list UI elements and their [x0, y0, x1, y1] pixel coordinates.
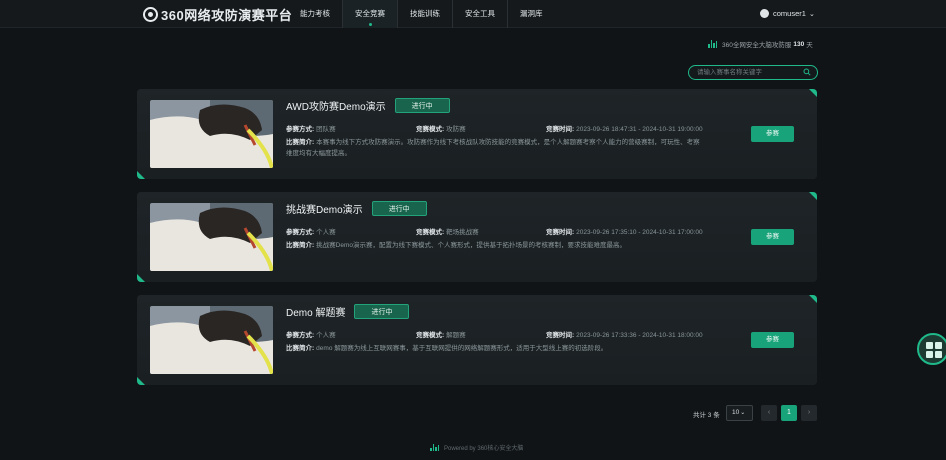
form-field: 竞赛模式: 靶场挑战赛 — [416, 229, 479, 236]
pulse-icon — [708, 40, 718, 48]
form-field: 竞赛模式: 解题赛 — [416, 332, 466, 339]
status-badge: 进行中 — [394, 98, 450, 113]
page-size-select[interactable]: 10⌄ — [726, 405, 753, 421]
footer: Powered by 360核心安全大脑 — [430, 443, 523, 452]
competition-card: 挑战赛Demo演示 进行中 参赛方式: 个人赛 竞赛模式: 靶场挑战赛 竞赛时间: 2… — [137, 192, 817, 282]
competition-title[interactable]: 挑战赛Demo演示 — [286, 201, 363, 216]
search-input[interactable] — [697, 67, 802, 78]
mode-field: 参赛方式: 个人赛 — [286, 229, 336, 236]
competition-card: Demo 解题赛 进行中 参赛方式: 个人赛 竞赛模式: 解题赛 竞赛时间: 2023… — [137, 295, 817, 385]
status-badge: 进行中 — [371, 201, 427, 216]
mode-field: 参赛方式: 个人赛 — [286, 332, 336, 339]
competition-title[interactable]: Demo 解题赛 — [286, 304, 345, 319]
time-field: 竞赛时间: 2023-09-26 17:35:10 - 2024-10-31 17… — [546, 229, 703, 236]
brand-logo[interactable]: 360网络攻防演赛平台 — [143, 6, 293, 23]
page-size-value: 10 — [732, 409, 740, 416]
join-button[interactable]: 参赛 — [751, 332, 794, 348]
floating-menu-button[interactable] — [917, 333, 946, 365]
page-number-button[interactable]: 1 — [781, 405, 797, 421]
status-badge: 进行中 — [354, 304, 410, 319]
search-box — [688, 65, 818, 80]
competition-title[interactable]: AWD攻防赛Demo演示 — [286, 98, 386, 113]
logo-icon — [143, 6, 158, 22]
intro-field: 比赛简介: demo 解题赛为线上互联网赛事，基于互联网提供的网络解题赛形式，适用… — [286, 345, 608, 352]
join-button[interactable]: 参赛 — [751, 126, 794, 142]
streak-days: 130 — [793, 40, 805, 48]
chevron-down-icon: ⌄ — [808, 10, 815, 18]
competition-card: AWD攻防赛Demo演示 进行中 参赛方式: 团队赛 竞赛模式: 攻防赛 竞赛时间:… — [137, 89, 817, 179]
prev-page-button[interactable]: ‹ — [761, 405, 777, 421]
mode-field: 参赛方式: 团队赛 — [286, 126, 336, 133]
streak-prefix: 360全网安全大脑攻防服 — [722, 42, 792, 49]
brand-name: 360网络攻防演赛平台 — [161, 7, 293, 23]
chevron-down-icon: ⌄ — [740, 410, 746, 416]
user-icon — [760, 9, 769, 18]
top-navbar: 360网络攻防演赛平台 能力考核 安全竞赛 技能训练 安全工具 漏洞库 comu… — [0, 0, 946, 28]
streak-unit: 天 — [806, 42, 813, 49]
form-field: 竞赛模式: 攻防赛 — [416, 126, 466, 133]
time-field: 竞赛时间: 2023-09-26 17:33:36 - 2024-10-31 18… — [546, 332, 703, 339]
streak-info: 360全网安全大脑攻防服 130 天 — [708, 39, 813, 49]
pagination-total: 共计 3 条 — [693, 412, 720, 419]
grid-icon — [926, 342, 942, 358]
user-menu[interactable]: comuser1 ⌄ — [760, 9, 815, 18]
competition-thumbnail[interactable] — [150, 306, 273, 374]
time-field: 竞赛时间: 2023-09-26 18:47:31 - 2024-10-31 19… — [546, 126, 703, 133]
competition-thumbnail[interactable] — [150, 203, 273, 271]
next-page-button[interactable]: › — [801, 405, 817, 421]
intro-field: 比赛简介: 挑战赛Demo演示赛，配置为线下赛模式、个人赛形式，提供基于拓扑场景的… — [286, 242, 627, 249]
nav-item-assessment[interactable]: 能力考核 — [288, 0, 342, 28]
nav-item-vuln-db[interactable]: 漏洞库 — [507, 0, 555, 28]
join-button[interactable]: 参赛 — [751, 229, 794, 245]
intro-field: 比赛简介: 本赛事为线下方式攻防赛演示。攻防赛作为线下考核战队攻防技能的竞赛模式，… — [286, 139, 700, 157]
main-nav: 能力考核 安全竞赛 技能训练 安全工具 漏洞库 — [288, 0, 555, 28]
footer-text: Powered by 360核心安全大脑 — [444, 446, 524, 452]
pulse-icon — [430, 444, 440, 451]
nav-item-training[interactable]: 技能训练 — [397, 0, 452, 28]
competition-thumbnail[interactable] — [150, 100, 273, 168]
user-name: comuser1 — [773, 9, 806, 18]
nav-item-tools[interactable]: 安全工具 — [452, 0, 507, 28]
nav-item-competition[interactable]: 安全竞赛 — [342, 0, 397, 28]
search-icon[interactable] — [803, 68, 811, 76]
